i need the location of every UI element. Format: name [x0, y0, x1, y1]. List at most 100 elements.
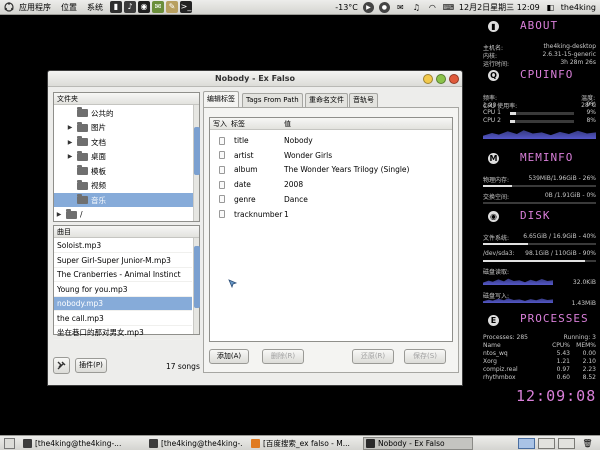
save-button[interactable]: 保存(S) — [404, 349, 446, 364]
play-icon[interactable]: ▶ — [362, 1, 374, 13]
volume-icon[interactable]: ♫ — [411, 2, 422, 13]
workspace-3[interactable] — [558, 438, 575, 449]
menu-applications[interactable]: 应用程序 — [14, 2, 56, 13]
mem-swap-row: 交换空间: 0B /1.91GiB - 0% — [483, 192, 596, 201]
tag-value[interactable]: 2008 — [284, 180, 303, 189]
tag-value[interactable]: Dance — [284, 195, 308, 204]
about-badge-icon: ▮ — [488, 21, 499, 32]
show-desktop-icon[interactable] — [4, 438, 15, 449]
song-row[interactable]: Soloist.mp3 — [54, 239, 192, 253]
tab-rename-files[interactable]: 重命名文件 — [305, 93, 348, 107]
user-icon[interactable]: ◧ — [545, 2, 556, 13]
folder-row[interactable]: ▶ 文档 — [54, 135, 193, 149]
chat-icon[interactable]: ✉ — [152, 1, 164, 13]
folder-tree-scrollbar[interactable] — [193, 105, 200, 221]
mem-badge-icon: M — [488, 153, 499, 164]
tag-value[interactable]: The Wonder Years Trilogy (Single) — [284, 165, 409, 174]
column-tag[interactable]: 标签 — [231, 118, 245, 130]
folder-row[interactable]: ▶ 图片 — [54, 121, 193, 135]
terminal-icon[interactable]: ▮ — [110, 1, 122, 13]
tab-tags-from-path[interactable]: Tags From Path — [242, 93, 303, 107]
workspace-2[interactable] — [538, 438, 555, 449]
song-row[interactable]: the call.mp3 — [54, 312, 192, 326]
tab-track-numbers[interactable]: 音轨号 — [349, 93, 378, 107]
folder-row[interactable]: 音乐 — [54, 193, 193, 207]
write-checkbox-icon[interactable] — [219, 180, 225, 189]
folder-row[interactable]: 视频 — [54, 179, 193, 193]
cpu1-bar — [510, 112, 574, 115]
expander-arrow-icon[interactable]: ▶ — [66, 153, 74, 160]
write-checkbox-icon[interactable] — [219, 210, 225, 218]
minimize-button[interactable] — [423, 74, 433, 84]
menu-places[interactable]: 位置 — [56, 2, 82, 13]
folder-label: 音乐 — [91, 195, 106, 205]
tag-name: tracknumber — [234, 209, 283, 219]
song-list-scrollbar[interactable] — [193, 238, 200, 334]
panel-clock[interactable]: 12月2日星期三 12:09 — [459, 2, 540, 13]
folder-row[interactable]: 模板 — [54, 164, 193, 178]
song-row[interactable]: The Cranberries - Animal Instinct — [54, 268, 192, 282]
expander-arrow-icon[interactable]: ▶ — [55, 211, 63, 218]
folder-row[interactable]: ▶ / — [54, 208, 193, 222]
record-icon[interactable]: ● — [378, 1, 390, 13]
tools-button[interactable] — [53, 357, 70, 374]
tag-row[interactable]: date 2008 — [210, 177, 452, 192]
input-method-icon[interactable]: ⌨ — [443, 2, 455, 13]
taskbar-task[interactable]: [the4king@the4king-... — [21, 437, 139, 450]
tag-row[interactable]: genre Dance — [210, 192, 452, 207]
song-row[interactable]: Super Girl-Super Junior-M.mp3 — [54, 254, 192, 268]
tab-edit-tags[interactable]: 编辑标签 — [203, 91, 239, 107]
write-checkbox-icon[interactable] — [219, 195, 225, 204]
column-value[interactable]: 值 — [284, 118, 291, 130]
folder-label: 桌面 — [91, 152, 106, 161]
processes-heading: PROCESSES — [520, 312, 589, 325]
music-player-icon[interactable]: ♪ — [124, 1, 136, 13]
expander-arrow-icon[interactable]: ▶ — [66, 139, 74, 146]
song-row[interactable]: nobody.mp3 — [54, 297, 192, 311]
folder-tree-header[interactable]: 文件夹 — [54, 93, 199, 105]
taskbar-task[interactable]: [百度搜索_ex falso - M... — [249, 437, 357, 450]
remove-tag-button[interactable]: 删除(R) — [262, 349, 304, 364]
revert-button[interactable]: 还原(R) — [352, 349, 394, 364]
add-tag-button[interactable]: 添加(A) — [209, 349, 249, 364]
process-row: rhythmbox 0.60 8.52 — [483, 374, 596, 381]
folder-icon — [77, 136, 88, 146]
taskbar-task[interactable]: Nobody - Ex Falso — [363, 437, 473, 450]
taskbar-task[interactable]: [the4king@the4king-... — [147, 437, 243, 450]
write-checkbox-icon[interactable] — [219, 165, 225, 174]
song-list-header[interactable]: 曲目 — [54, 226, 199, 238]
write-checkbox-icon[interactable] — [219, 136, 225, 145]
tag-row[interactable]: artist Wonder Girls — [210, 148, 452, 163]
plugins-button[interactable]: 插件(P) — [75, 358, 107, 373]
maximize-button[interactable] — [436, 74, 446, 84]
tag-value[interactable]: Wonder Girls — [284, 151, 332, 160]
panel-user-name[interactable]: the4king — [561, 3, 596, 12]
folder-row[interactable]: ▶ 桌面 — [54, 150, 193, 164]
close-button[interactable] — [449, 74, 459, 84]
weather-temperature[interactable]: -13°C — [335, 3, 358, 12]
menu-system[interactable]: 系统 — [82, 2, 108, 13]
column-write[interactable]: 写入 — [213, 118, 227, 130]
window-titlebar[interactable]: Nobody - Ex Falso — [48, 71, 462, 87]
ubuntu-logo-icon[interactable] — [3, 2, 14, 13]
tag-value[interactable]: Nobody — [284, 136, 313, 145]
workspace-1[interactable] — [518, 438, 535, 449]
ex-falso-window: Nobody - Ex Falso 文件夹 公共的 ▶ 图片 ▶ 文档 ▶ 桌面 模板 视频 音乐… — [47, 70, 463, 386]
tag-row[interactable]: title Nobody — [210, 133, 452, 148]
song-row[interactable]: Young for you.mp3 — [54, 283, 192, 297]
text-editor-icon[interactable]: ✎ — [166, 1, 178, 13]
browser-icon[interactable]: ◉ — [138, 1, 150, 13]
console-icon[interactable]: >_ — [180, 1, 192, 13]
tag-row[interactable]: album The Wonder Years Trilogy (Single) — [210, 162, 452, 177]
trash-icon[interactable]: 🗑 — [582, 438, 593, 449]
song-row[interactable]: 坐在巷口的那对男女.mp3 — [54, 326, 192, 340]
tag-value[interactable]: 1 — [284, 210, 289, 219]
tag-row[interactable]: tracknumber 1 — [210, 207, 452, 222]
expander-arrow-icon[interactable]: ▶ — [66, 124, 74, 131]
folder-row[interactable]: 公共的 — [54, 106, 193, 120]
song-list-scroll-thumb[interactable] — [194, 246, 200, 308]
folder-tree-scroll-thumb[interactable] — [194, 127, 200, 175]
network-icon[interactable]: ◠ — [427, 2, 438, 13]
mail-icon[interactable]: ✉ — [395, 2, 406, 13]
write-checkbox-icon[interactable] — [219, 151, 225, 160]
